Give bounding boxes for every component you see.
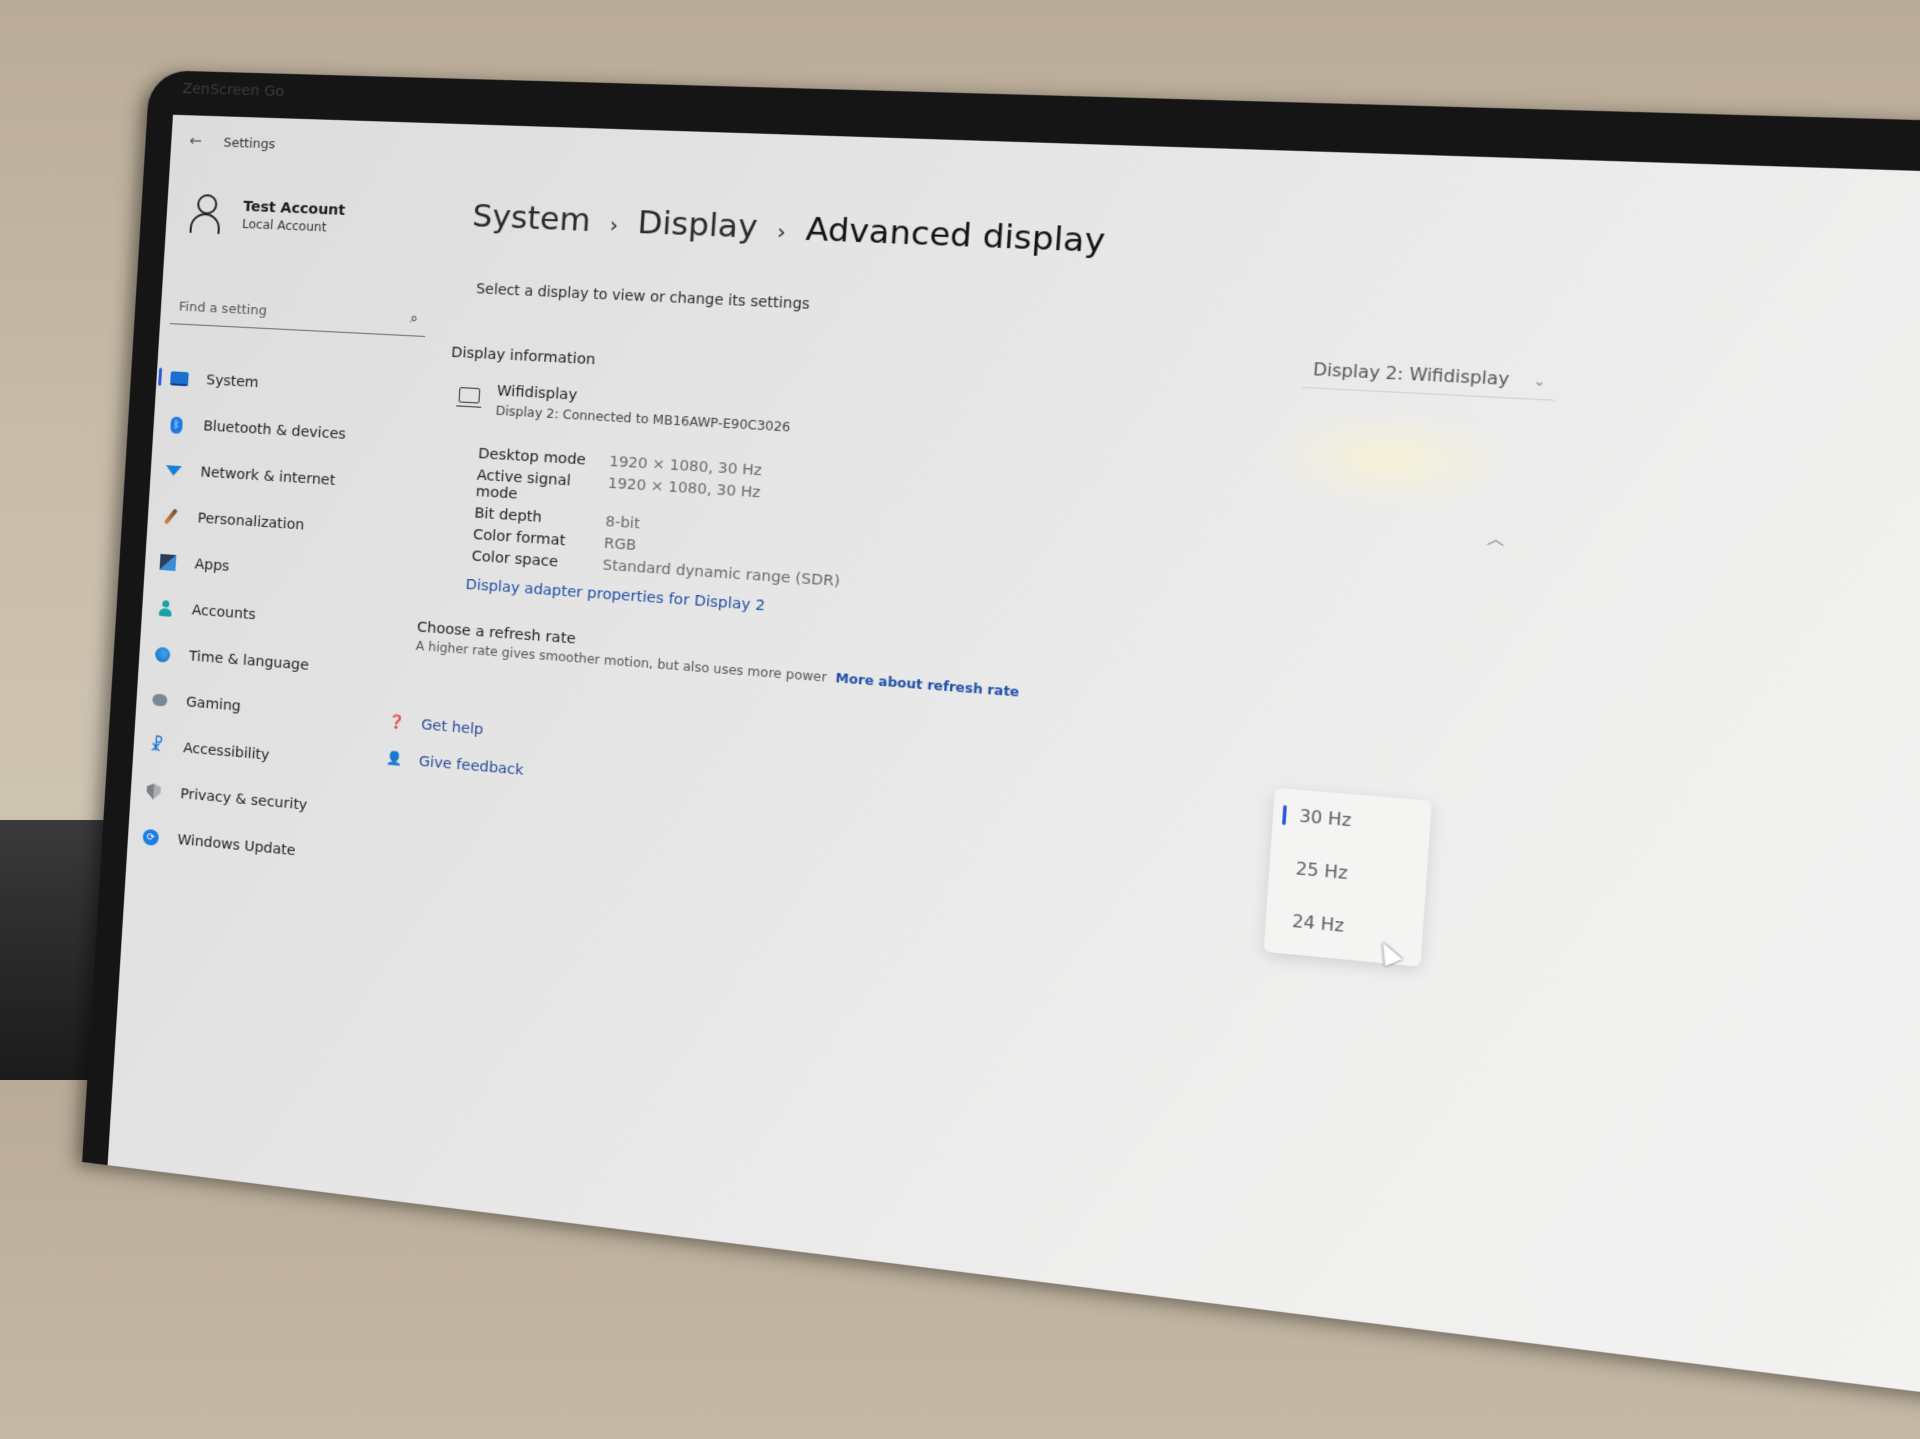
sidebar-item-label: Apps	[194, 556, 230, 575]
sidebar-item-label: Accounts	[191, 602, 257, 624]
feedback-icon: 👤	[385, 750, 404, 768]
main-content: System › Display › Advanced display Sele…	[385, 124, 1920, 1439]
get-help-label: Get help	[420, 716, 484, 739]
display-info-table: Desktop mode 1920 × 1080, 30 Hz Active s…	[471, 446, 894, 594]
chevron-up-icon[interactable]: ︿	[1486, 526, 1506, 549]
apps-icon	[159, 553, 177, 572]
accessibility-icon: ☧	[149, 735, 164, 757]
arrow-left-icon[interactable]: ←	[189, 131, 203, 149]
accounts-icon	[159, 600, 172, 617]
refresh-rate-dropdown-list: 30 Hz 25 Hz 24 Hz	[1263, 787, 1432, 967]
page-title: Advanced display	[804, 211, 1107, 261]
person-icon	[189, 193, 222, 235]
monitor-icon	[458, 387, 481, 404]
sidebar-item-label: Gaming	[185, 694, 242, 715]
help-icon: ❓	[387, 714, 406, 731]
display-info-header[interactable]: Wifidisplay Display 2: Connected to MB16…	[458, 381, 793, 435]
sidebar-item-label: Bluetooth & devices	[202, 418, 347, 443]
monitor-brand-label: ZenScreen Go	[182, 80, 285, 101]
gamepad-icon	[151, 693, 168, 707]
breadcrumb-display[interactable]: Display	[636, 205, 758, 246]
search-placeholder: Find a setting	[178, 299, 268, 319]
sidebar-item-label: Privacy & security	[179, 786, 308, 814]
bluetooth-icon: ᛒ	[170, 415, 184, 434]
account-name: Test Account	[242, 198, 346, 219]
chevron-right-icon: ›	[776, 218, 787, 245]
sidebar-item-label: Network & internet	[199, 464, 336, 489]
sidebar-item-label: Personalization	[197, 510, 305, 534]
account-header[interactable]: Test Account Local Account	[189, 193, 346, 239]
chevron-down-icon: ⌄	[1533, 373, 1546, 389]
sidebar-item-label: Time & language	[188, 648, 310, 674]
shield-icon	[146, 783, 161, 800]
settings-window: ← Settings Test Account Local Account Fi…	[107, 114, 1920, 1439]
refresh-rate-setting: Choose a refresh rate A higher rate give…	[415, 619, 1021, 700]
display-adapter-properties-link[interactable]: Display adapter properties for Display 2	[465, 577, 765, 615]
search-icon[interactable]: ⌕	[409, 310, 418, 327]
update-icon: ⟳	[142, 828, 160, 847]
info-key: Active signal mode	[475, 467, 572, 503]
info-key: Color space	[471, 548, 559, 571]
breadcrumb-system[interactable]: System	[471, 199, 591, 240]
system-icon	[170, 371, 189, 387]
monitor-bezel: ZenScreen Go ← Settings Test Account Loc…	[82, 70, 1920, 1439]
title-bar: ← Settings	[189, 131, 276, 152]
help-links: ❓ Get help 👤 Give feedback	[385, 704, 528, 789]
display-select-value: Display 2: Wifidisplay	[1312, 359, 1510, 390]
account-type: Local Account	[241, 216, 327, 235]
display-select-dropdown[interactable]: Display 2: Wifidisplay ⌄	[1302, 351, 1557, 401]
globe-clock-icon	[154, 646, 171, 663]
info-key: Desktop mode	[477, 445, 587, 469]
sidebar-item-label: Accessibility	[182, 740, 270, 764]
sidebar-nav: System ᛒ Bluetooth & devices Network & i…	[127, 355, 421, 884]
page-subtitle: Select a display to view or change its s…	[475, 280, 811, 314]
breadcrumb: System › Display › Advanced display	[471, 199, 1106, 261]
info-key: Bit depth	[473, 505, 543, 527]
section-title-display-information: Display information	[450, 344, 596, 369]
sidebar-item-label: System	[205, 372, 260, 392]
wifi-icon	[165, 465, 182, 477]
search-input[interactable]: Find a setting ⌕	[169, 290, 428, 338]
brush-icon	[163, 508, 178, 525]
chevron-right-icon: ›	[608, 212, 619, 238]
give-feedback-label: Give feedback	[418, 753, 525, 780]
window-title: Settings	[223, 134, 276, 151]
info-key: Color format	[472, 526, 566, 550]
sidebar-item-label: Windows Update	[177, 831, 296, 860]
